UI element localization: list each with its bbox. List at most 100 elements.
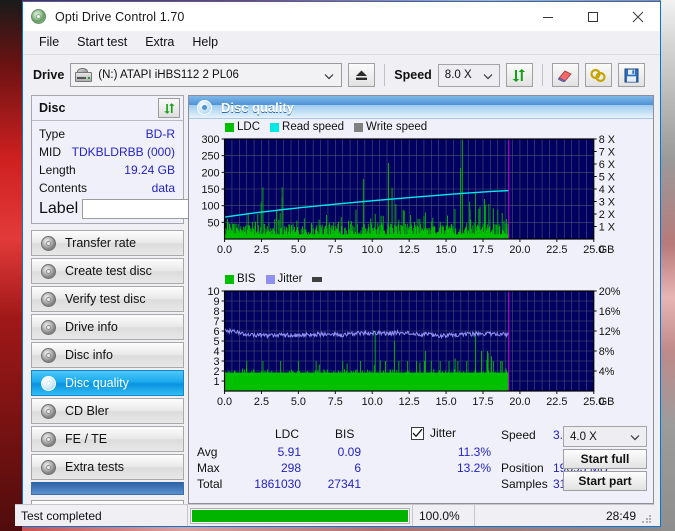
disc-label-row: Label <box>32 197 254 223</box>
tools-button[interactable] <box>584 63 612 87</box>
svg-text:5.0: 5.0 <box>291 244 306 256</box>
resize-grip[interactable] <box>641 514 651 524</box>
disc-icon <box>41 319 56 335</box>
erase-button[interactable] <box>551 63 579 87</box>
disc-icon <box>197 99 212 115</box>
sidebar-item-extra-tests[interactable]: Extra tests <box>31 454 184 480</box>
menu-start-test[interactable]: Start test <box>69 32 135 53</box>
disc-icon <box>41 263 56 279</box>
svg-text:10: 10 <box>208 286 220 298</box>
stats-bis-avg: 0.09 <box>337 445 361 459</box>
svg-text:12.5: 12.5 <box>399 244 420 256</box>
stats-position-key: Position <box>501 461 544 475</box>
svg-text:20.0: 20.0 <box>509 244 530 256</box>
close-button[interactable] <box>615 2 660 31</box>
sidebar-item-verify-test-disc[interactable]: Verify test disc <box>31 286 184 312</box>
stats-header-ldc: LDC <box>275 427 300 441</box>
ldc-chart: LDC Read speed Write speed 50 100 150 200 25… <box>189 119 653 273</box>
disc-label-key: Label <box>39 200 79 217</box>
sidebar-item-label: Verify test disc <box>65 292 146 306</box>
disc-key-type: Type <box>39 127 66 141</box>
window-controls <box>525 2 660 31</box>
refresh-button[interactable] <box>505 63 533 87</box>
stats-row-max: Max <box>197 461 220 475</box>
drive-label: Drive <box>33 68 65 82</box>
disc-icon <box>41 347 56 363</box>
svg-text:5 X: 5 X <box>599 171 616 183</box>
progress-fill <box>192 509 408 522</box>
disc-key-mid: MID <box>39 145 61 159</box>
disc-icon <box>41 431 56 447</box>
sidebar-item-disc-info[interactable]: Disc info <box>31 342 184 368</box>
content-area: Disc quality LDC Read speed Write speed … <box>15 95 660 526</box>
svg-text:22.5: 22.5 <box>546 396 567 408</box>
status-bar: Test completed 100.0% 28:49 <box>15 504 654 526</box>
start-part-button[interactable]: Start part <box>563 471 647 491</box>
menu-help[interactable]: Help <box>184 32 226 53</box>
svg-text:8%: 8% <box>599 346 615 358</box>
save-button[interactable] <box>617 63 645 87</box>
menu-extra[interactable]: Extra <box>137 32 182 53</box>
sidebar-item-label: Transfer rate <box>65 236 137 250</box>
svg-text:300: 300 <box>201 134 219 146</box>
elapsed-time: 28:49 <box>474 505 654 526</box>
svg-text:5.0: 5.0 <box>291 396 306 408</box>
svg-text:20%: 20% <box>599 286 621 298</box>
sidebar-item-create-test-disc[interactable]: Create test disc <box>31 258 184 284</box>
test-speed-select[interactable]: 4.0 X <box>563 426 647 447</box>
menu-file[interactable]: File <box>31 32 67 53</box>
stats-samples-key: Samples <box>501 477 548 491</box>
sidebar-item-label: FE / TE <box>65 432 108 446</box>
svg-text:20.0: 20.0 <box>509 396 530 408</box>
svg-text:2.5: 2.5 <box>254 244 269 256</box>
jitter-toggle-group[interactable]: Jitter <box>411 426 456 440</box>
app-disc-icon <box>29 8 49 26</box>
stats-jitter-avg: 11.3% <box>457 445 491 459</box>
window-title: Opti Drive Control 1.70 <box>55 9 185 24</box>
svg-text:GB: GB <box>599 396 615 408</box>
jitter-checkbox[interactable] <box>411 426 424 440</box>
svg-text:15.0: 15.0 <box>436 244 457 256</box>
svg-text:2 X: 2 X <box>599 209 616 221</box>
disc-info-title: Disc <box>39 101 66 115</box>
svg-text:8 X: 8 X <box>599 134 616 146</box>
sidebar-item-disc-quality[interactable]: Disc quality <box>31 370 184 396</box>
sidebar-item-drive-info[interactable]: Drive info <box>31 314 184 340</box>
chevron-down-icon <box>483 71 493 83</box>
drive-select[interactable]: (N:) ATAPI iHBS112 2 PL06 <box>70 63 343 87</box>
progress-percent: 100.0% <box>412 505 474 526</box>
title-bar: Opti Drive Control 1.70 <box>23 2 660 31</box>
maximize-button[interactable] <box>570 2 615 31</box>
stats-speed-key: Speed <box>501 428 536 442</box>
disc-key-contents: Contents <box>39 181 88 195</box>
svg-text:17.5: 17.5 <box>472 396 493 408</box>
disc-info-box: Disc Type BD-R MID TDKBLDRBB (000) Lengt… <box>31 95 254 224</box>
speed-select[interactable]: 8.0 X <box>437 63 500 87</box>
speed-label: Speed <box>394 68 432 82</box>
stats-row-total: Total <box>197 477 223 491</box>
svg-text:3 X: 3 X <box>599 196 616 208</box>
disc-icon <box>41 291 56 307</box>
svg-text:200: 200 <box>201 167 219 179</box>
svg-text:7 X: 7 X <box>599 146 616 158</box>
svg-text:GB: GB <box>599 244 615 256</box>
disc-row-contents: Contents data <box>32 179 183 197</box>
sidebar-item-cd-bler[interactable]: CD Bler <box>31 398 184 424</box>
svg-text:2.5: 2.5 <box>254 396 269 408</box>
start-full-button[interactable]: Start full <box>563 449 647 469</box>
minimize-button[interactable] <box>525 2 570 31</box>
svg-text:10.0: 10.0 <box>362 396 383 408</box>
progress-track <box>190 507 410 524</box>
sidebar-item-fe-te[interactable]: FE / TE <box>31 426 184 452</box>
disc-icon <box>41 459 56 475</box>
disc-value-length: 19.24 GB <box>124 163 175 177</box>
eject-button[interactable] <box>348 63 376 87</box>
test-speed-value: 4.0 X <box>570 430 597 443</box>
svg-text:16%: 16% <box>599 306 621 318</box>
sidebar-item-label: Drive info <box>65 320 118 334</box>
sidebar-item-label: Create test disc <box>65 264 152 278</box>
stats-area: LDC BIS Avg Max Total 5.91 298 1861030 0… <box>189 425 653 491</box>
disc-refresh-button[interactable] <box>158 98 180 118</box>
toolbar-divider <box>384 64 386 86</box>
sidebar-item-transfer-rate[interactable]: Transfer rate <box>31 230 184 256</box>
